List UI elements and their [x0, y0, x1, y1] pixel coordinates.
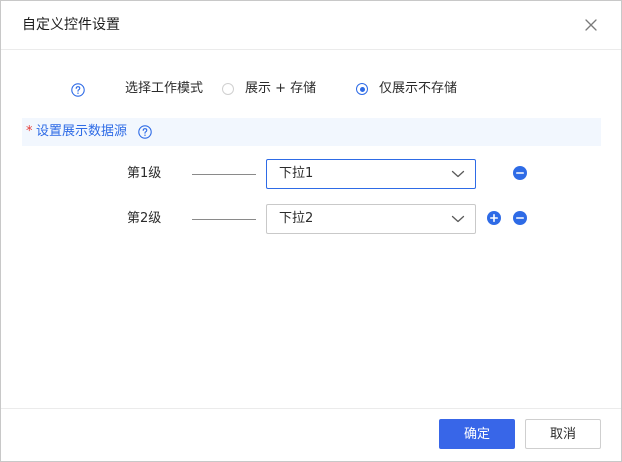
level-label: 第2级: [127, 211, 162, 226]
level-row-2: 第2级 下拉2: [1, 204, 621, 234]
remove-level-icon[interactable]: [513, 166, 527, 180]
chevron-down-icon: [451, 169, 465, 179]
help-icon[interactable]: [71, 83, 85, 97]
required-mark: *: [26, 124, 33, 139]
dialog-title: 自定义控件设置: [22, 17, 120, 33]
work-mode-row: 选择工作模式 展示 + 存储 仅展示不存储: [1, 77, 621, 101]
level-label: 第1级: [127, 166, 162, 181]
level-1-select[interactable]: 下拉1: [266, 159, 476, 189]
work-mode-label: 选择工作模式: [125, 81, 204, 96]
level-connector-line: [192, 174, 256, 175]
select-value: 下拉1: [279, 166, 314, 181]
close-icon[interactable]: [581, 15, 601, 35]
radio-circle-checked[interactable]: [356, 83, 368, 95]
custom-control-settings-dialog: 自定义控件设置 选择工作模式 展示 + 存储 仅展示不存储 * 设置展示数据源: [0, 0, 622, 462]
level-row-1: 第1级 下拉1: [1, 159, 621, 189]
select-value: 下拉2: [279, 211, 314, 226]
confirm-button[interactable]: 确定: [439, 419, 515, 449]
radio-circle[interactable]: [222, 83, 234, 95]
level-connector-line: [192, 219, 256, 220]
chevron-down-icon: [451, 214, 465, 224]
datasource-section-header: * 设置展示数据源: [22, 118, 601, 146]
dialog-footer: 确定 取消: [1, 408, 621, 462]
radio-display-and-store[interactable]: 展示 + 存储: [222, 77, 316, 101]
dialog-header: 自定义控件设置: [1, 1, 621, 50]
datasource-label: 设置展示数据源: [36, 124, 128, 139]
remove-level-icon[interactable]: [513, 211, 527, 225]
level-2-select[interactable]: 下拉2: [266, 204, 476, 234]
radio-display-only[interactable]: 仅展示不存储: [356, 77, 457, 101]
help-icon[interactable]: [138, 125, 152, 139]
add-level-icon[interactable]: [487, 211, 501, 225]
cancel-button[interactable]: 取消: [525, 419, 601, 449]
radio-label: 仅展示不存储: [379, 81, 458, 96]
radio-label: 展示 + 存储: [245, 81, 317, 96]
